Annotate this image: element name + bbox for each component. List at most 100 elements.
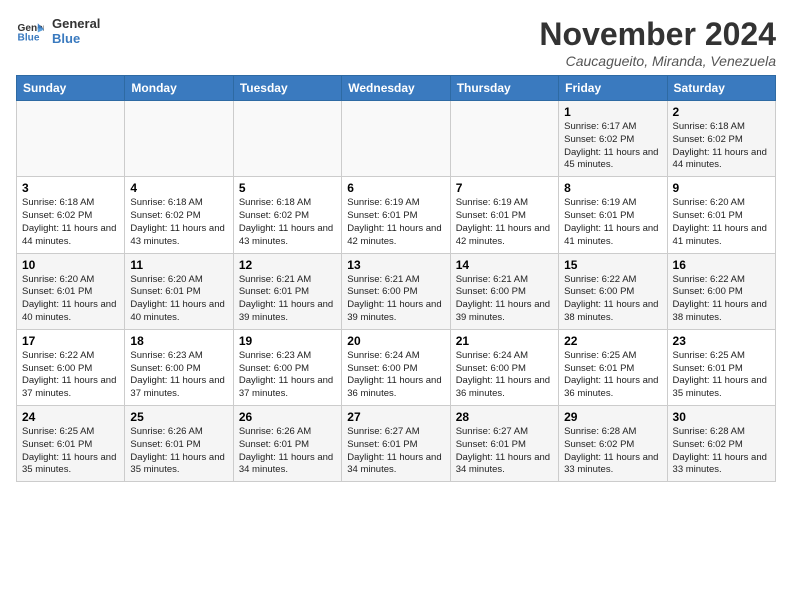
- calendar-cell: [342, 101, 450, 177]
- day-info: Sunrise: 6:18 AMSunset: 6:02 PMDaylight:…: [239, 197, 336, 248]
- day-number: 20: [347, 334, 444, 348]
- svg-text:Blue: Blue: [18, 32, 40, 43]
- calendar-cell: 14 Sunrise: 6:21 AMSunset: 6:00 PMDayligh…: [450, 253, 558, 329]
- day-info: Sunrise: 6:26 AMSunset: 6:01 PMDaylight:…: [130, 426, 227, 477]
- day-info: Sunrise: 6:24 AMSunset: 6:00 PMDaylight:…: [347, 350, 444, 401]
- day-info: Sunrise: 6:23 AMSunset: 6:00 PMDaylight:…: [239, 350, 336, 401]
- weekday-header-row: SundayMondayTuesdayWednesdayThursdayFrid…: [17, 76, 776, 101]
- calendar-cell: 26 Sunrise: 6:26 AMSunset: 6:01 PMDayligh…: [233, 406, 341, 482]
- day-number: 5: [239, 181, 336, 195]
- calendar-cell: 11Sunrise: 6:20 AMSunset: 6:01 PMDayligh…: [125, 253, 233, 329]
- day-number: 14: [456, 258, 553, 272]
- calendar-cell: 23 Sunrise: 6:25 AMSunset: 6:01 PMDayligh…: [667, 329, 775, 405]
- calendar-cell: 10Sunrise: 6:20 AMSunset: 6:01 PMDayligh…: [17, 253, 125, 329]
- day-number: 15: [564, 258, 661, 272]
- weekday-header-wednesday: Wednesday: [342, 76, 450, 101]
- day-info: Sunrise: 6:19 AMSunset: 6:01 PMDaylight:…: [347, 197, 444, 248]
- day-number: 27: [347, 410, 444, 424]
- calendar-cell: 12 Sunrise: 6:21 AMSunset: 6:01 PMDayligh…: [233, 253, 341, 329]
- day-number: 12: [239, 258, 336, 272]
- logo-text-blue: Blue: [52, 31, 100, 46]
- calendar-cell: 29Sunrise: 6:28 AMSunset: 6:02 PMDayligh…: [559, 406, 667, 482]
- calendar-cell: 3 Sunrise: 6:18 AMSunset: 6:02 PMDaylight…: [17, 177, 125, 253]
- day-number: 17: [22, 334, 119, 348]
- day-info: Sunrise: 6:26 AMSunset: 6:01 PMDaylight:…: [239, 426, 336, 477]
- day-info: Sunrise: 6:27 AMSunset: 6:01 PMDaylight:…: [347, 426, 444, 477]
- day-info: Sunrise: 6:28 AMSunset: 6:02 PMDaylight:…: [673, 426, 770, 477]
- week-row-5: 24Sunrise: 6:25 AMSunset: 6:01 PMDayligh…: [17, 406, 776, 482]
- day-info: Sunrise: 6:18 AMSunset: 6:02 PMDaylight:…: [22, 197, 119, 248]
- week-row-1: 1 Sunrise: 6:17 AMSunset: 6:02 PMDaylight…: [17, 101, 776, 177]
- day-info: Sunrise: 6:17 AMSunset: 6:02 PMDaylight:…: [564, 121, 661, 172]
- day-number: 28: [456, 410, 553, 424]
- day-number: 3: [22, 181, 119, 195]
- calendar-cell: 1 Sunrise: 6:17 AMSunset: 6:02 PMDaylight…: [559, 101, 667, 177]
- calendar-cell: 21 Sunrise: 6:24 AMSunset: 6:00 PMDayligh…: [450, 329, 558, 405]
- page-header: General Blue General Blue November 2024 …: [16, 16, 776, 69]
- calendar-cell: 7Sunrise: 6:19 AMSunset: 6:01 PMDaylight…: [450, 177, 558, 253]
- day-info: Sunrise: 6:21 AMSunset: 6:00 PMDaylight:…: [347, 274, 444, 325]
- calendar-cell: 2 Sunrise: 6:18 AMSunset: 6:02 PMDaylight…: [667, 101, 775, 177]
- calendar-table: SundayMondayTuesdayWednesdayThursdayFrid…: [16, 75, 776, 482]
- day-number: 2: [673, 105, 770, 119]
- day-info: Sunrise: 6:22 AMSunset: 6:00 PMDaylight:…: [564, 274, 661, 325]
- day-number: 13: [347, 258, 444, 272]
- day-info: Sunrise: 6:19 AMSunset: 6:01 PMDaylight:…: [564, 197, 661, 248]
- day-info: Sunrise: 6:27 AMSunset: 6:01 PMDaylight:…: [456, 426, 553, 477]
- day-number: 9: [673, 181, 770, 195]
- calendar-cell: 25 Sunrise: 6:26 AMSunset: 6:01 PMDayligh…: [125, 406, 233, 482]
- day-info: Sunrise: 6:25 AMSunset: 6:01 PMDaylight:…: [673, 350, 770, 401]
- day-number: 6: [347, 181, 444, 195]
- calendar-cell: 6 Sunrise: 6:19 AMSunset: 6:01 PMDaylight…: [342, 177, 450, 253]
- day-number: 7: [456, 181, 553, 195]
- weekday-header-sunday: Sunday: [17, 76, 125, 101]
- title-block: November 2024 Caucagueito, Miranda, Vene…: [539, 16, 776, 69]
- day-info: Sunrise: 6:18 AMSunset: 6:02 PMDaylight:…: [673, 121, 770, 172]
- weekday-header-tuesday: Tuesday: [233, 76, 341, 101]
- day-number: 16: [673, 258, 770, 272]
- day-info: Sunrise: 6:28 AMSunset: 6:02 PMDaylight:…: [564, 426, 661, 477]
- calendar-cell: 24Sunrise: 6:25 AMSunset: 6:01 PMDayligh…: [17, 406, 125, 482]
- day-info: Sunrise: 6:21 AMSunset: 6:00 PMDaylight:…: [456, 274, 553, 325]
- calendar-cell: 9 Sunrise: 6:20 AMSunset: 6:01 PMDaylight…: [667, 177, 775, 253]
- day-number: 24: [22, 410, 119, 424]
- day-number: 23: [673, 334, 770, 348]
- day-info: Sunrise: 6:20 AMSunset: 6:01 PMDaylight:…: [22, 274, 119, 325]
- day-number: 30: [673, 410, 770, 424]
- day-info: Sunrise: 6:20 AMSunset: 6:01 PMDaylight:…: [673, 197, 770, 248]
- calendar-cell: 8Sunrise: 6:19 AMSunset: 6:01 PMDaylight…: [559, 177, 667, 253]
- logo-text-general: General: [52, 16, 100, 31]
- day-info: Sunrise: 6:21 AMSunset: 6:01 PMDaylight:…: [239, 274, 336, 325]
- weekday-header-monday: Monday: [125, 76, 233, 101]
- day-number: 11: [130, 258, 227, 272]
- weekday-header-thursday: Thursday: [450, 76, 558, 101]
- day-number: 25: [130, 410, 227, 424]
- week-row-4: 17Sunrise: 6:22 AMSunset: 6:00 PMDayligh…: [17, 329, 776, 405]
- calendar-cell: 13 Sunrise: 6:21 AMSunset: 6:00 PMDayligh…: [342, 253, 450, 329]
- calendar-cell: 15 Sunrise: 6:22 AMSunset: 6:00 PMDayligh…: [559, 253, 667, 329]
- day-info: Sunrise: 6:25 AMSunset: 6:01 PMDaylight:…: [564, 350, 661, 401]
- location-subtitle: Caucagueito, Miranda, Venezuela: [539, 53, 776, 69]
- calendar-cell: 16 Sunrise: 6:22 AMSunset: 6:00 PMDayligh…: [667, 253, 775, 329]
- day-info: Sunrise: 6:23 AMSunset: 6:00 PMDaylight:…: [130, 350, 227, 401]
- calendar-cell: [17, 101, 125, 177]
- calendar-cell: 17Sunrise: 6:22 AMSunset: 6:00 PMDayligh…: [17, 329, 125, 405]
- day-info: Sunrise: 6:24 AMSunset: 6:00 PMDaylight:…: [456, 350, 553, 401]
- day-number: 18: [130, 334, 227, 348]
- day-info: Sunrise: 6:22 AMSunset: 6:00 PMDaylight:…: [673, 274, 770, 325]
- day-number: 26: [239, 410, 336, 424]
- weekday-header-saturday: Saturday: [667, 76, 775, 101]
- day-number: 21: [456, 334, 553, 348]
- day-number: 22: [564, 334, 661, 348]
- calendar-cell: [125, 101, 233, 177]
- week-row-3: 10Sunrise: 6:20 AMSunset: 6:01 PMDayligh…: [17, 253, 776, 329]
- weekday-header-friday: Friday: [559, 76, 667, 101]
- day-number: 19: [239, 334, 336, 348]
- day-number: 1: [564, 105, 661, 119]
- calendar-cell: 22 Sunrise: 6:25 AMSunset: 6:01 PMDayligh…: [559, 329, 667, 405]
- logo-icon: General Blue: [16, 17, 44, 45]
- calendar-cell: [233, 101, 341, 177]
- week-row-2: 3 Sunrise: 6:18 AMSunset: 6:02 PMDaylight…: [17, 177, 776, 253]
- calendar-cell: [450, 101, 558, 177]
- calendar-cell: 5 Sunrise: 6:18 AMSunset: 6:02 PMDaylight…: [233, 177, 341, 253]
